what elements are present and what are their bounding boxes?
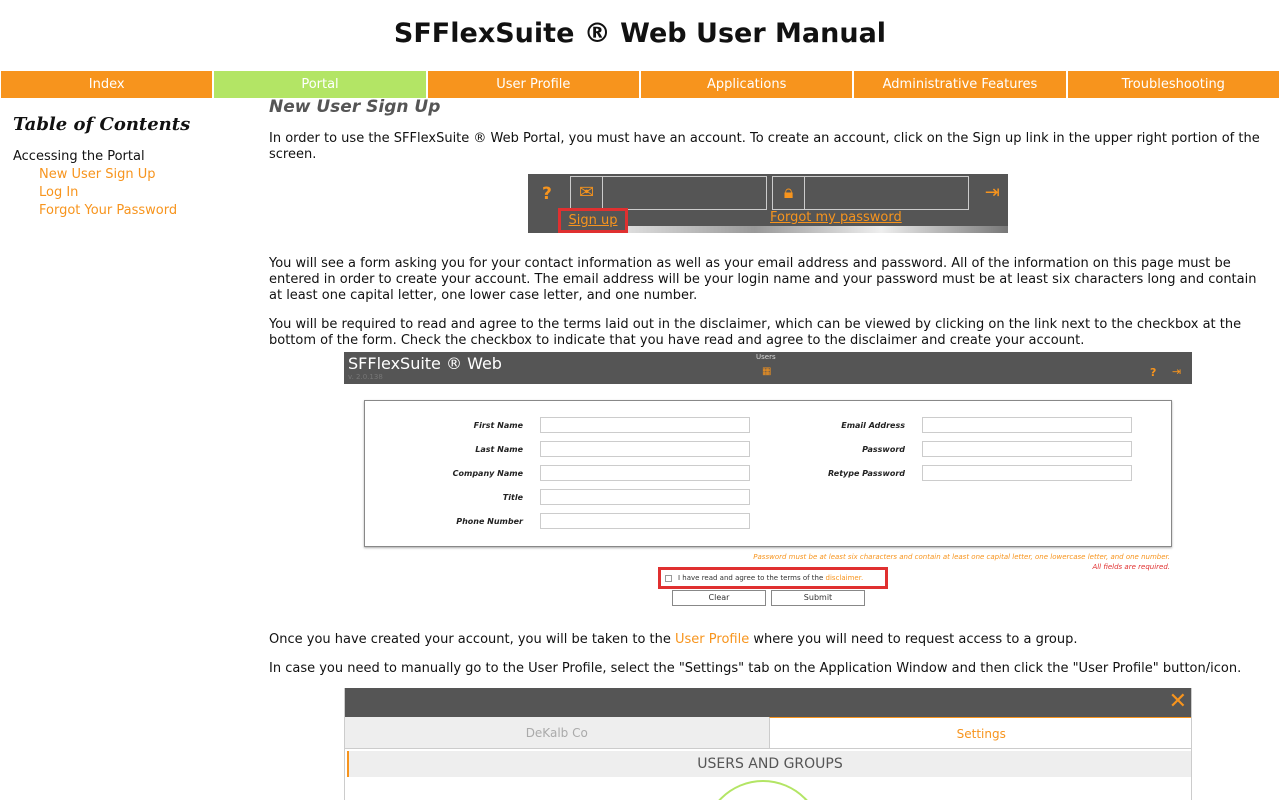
paragraph-intro: In order to use the SFFlexSuite ® Web Po… [269,131,1260,162]
p4-before: Once you have created your account, you … [269,632,676,647]
forgot-password-link: Forgot my password [770,210,902,225]
lock-icon: 🔒︎ [773,177,805,209]
submit-button: Submit [771,590,865,606]
app-header: SFFlexSuite ® Web v. 2.0.138 Users ▦ ? ⇥ [344,352,1192,384]
toc-section-label: Accessing the Portal [13,149,145,164]
window-tabs: DeKalb Co Settings [345,717,1191,749]
label-retype-password: Retype Password [828,469,905,478]
password-requirements-note: Password must be at least six characters… [753,553,1170,561]
password-field: 🔒︎ [772,176,969,210]
clear-button: Clear [672,590,766,606]
table-of-contents: Table of Contents Accessing the Portal N… [13,114,243,218]
user-profile-icon-outline [703,780,823,800]
nav-portal[interactable]: Portal [214,71,426,98]
label-company-name: Company Name [452,469,523,478]
login-bar-screenshot: ? ✉ 🔒︎ ⇥ Sign up Forgot my password [528,174,1008,233]
email-field: ✉ [570,176,767,210]
signup-link-highlighted: Sign up [558,208,628,233]
main-nav: Index Portal User Profile Applications A… [0,71,1280,98]
input-title [540,489,750,505]
nav-applications[interactable]: Applications [640,71,853,98]
paragraph-form-info: You will see a form asking you for your … [269,256,1257,303]
nav-index[interactable]: Index [1,71,213,98]
p4-after: where you will need to request access to… [749,632,1078,647]
label-title: Title [502,493,523,502]
label-first-name: First Name [473,421,523,430]
paragraph-after-account: Once you have created your account, you … [269,632,1264,648]
users-and-groups-header: USERS AND GROUPS [347,751,1191,777]
required-fields-note: All fields are required. [1092,563,1170,571]
exit-door-icon: ⇥ [1172,365,1182,378]
users-label: Users [756,353,776,361]
envelope-icon: ✉ [571,177,603,209]
paragraph-disclaimer-info: You will be required to read and agree t… [269,317,1242,348]
help-icon: ? [542,184,552,204]
tab-dekalb-co: DeKalb Co [345,717,769,748]
input-phone-number [540,513,750,529]
disclaimer-checkbox-highlighted: I have read and agree to the terms of th… [658,567,888,589]
input-last-name [540,441,750,457]
close-icon: ✕ [1168,689,1187,714]
toc-link-log-in[interactable]: Log In [39,185,243,200]
disclaimer-text: I have read and agree to the terms of th… [678,574,826,582]
tab-settings: Settings [768,717,1191,748]
grid-icon: ▦ [762,366,772,377]
input-email-address [922,417,1132,433]
form-panel: First Name Last Name Company Name Title … [364,400,1172,547]
label-last-name: Last Name [475,445,523,454]
input-password [922,441,1132,457]
label-phone-number: Phone Number [456,517,523,526]
paragraph-manual-user-profile: In case you need to manually go to the U… [269,661,1242,676]
label-email-address: Email Address [841,421,905,430]
nav-administrative-features[interactable]: Administrative Features [854,71,1066,98]
signup-form-screenshot: SFFlexSuite ® Web v. 2.0.138 Users ▦ ? ⇥… [344,352,1192,610]
nav-user-profile[interactable]: User Profile [427,71,639,98]
nav-troubleshooting[interactable]: Troubleshooting [1067,71,1279,98]
user-profile-link[interactable]: User Profile [675,632,749,647]
input-first-name [540,417,750,433]
disclaimer-checkbox [665,574,672,582]
window-header: ✕ [345,688,1191,717]
disclaimer-link: disclaimer. [825,574,864,582]
app-title: SFFlexSuite ® Web [348,354,502,373]
settings-window-screenshot: ✕ DeKalb Co Settings USERS AND GROUPS [344,688,1192,800]
page-heading: New User Sign Up [269,97,441,117]
help-icon: ? [1150,366,1157,379]
toc-title: Table of Contents [13,114,191,135]
site-title: SFFlexSuite ® Web User Manual [393,18,887,49]
input-company-name [540,465,750,481]
input-retype-password [922,465,1132,481]
background-strip [628,226,1008,233]
exit-door-icon: ⇥ [984,182,1000,203]
toc-link-forgot-password[interactable]: Forgot Your Password [39,203,243,218]
app-version: v. 2.0.138 [348,373,383,381]
label-password: Password [862,445,905,454]
toc-link-new-user-sign-up[interactable]: New User Sign Up [39,167,243,182]
